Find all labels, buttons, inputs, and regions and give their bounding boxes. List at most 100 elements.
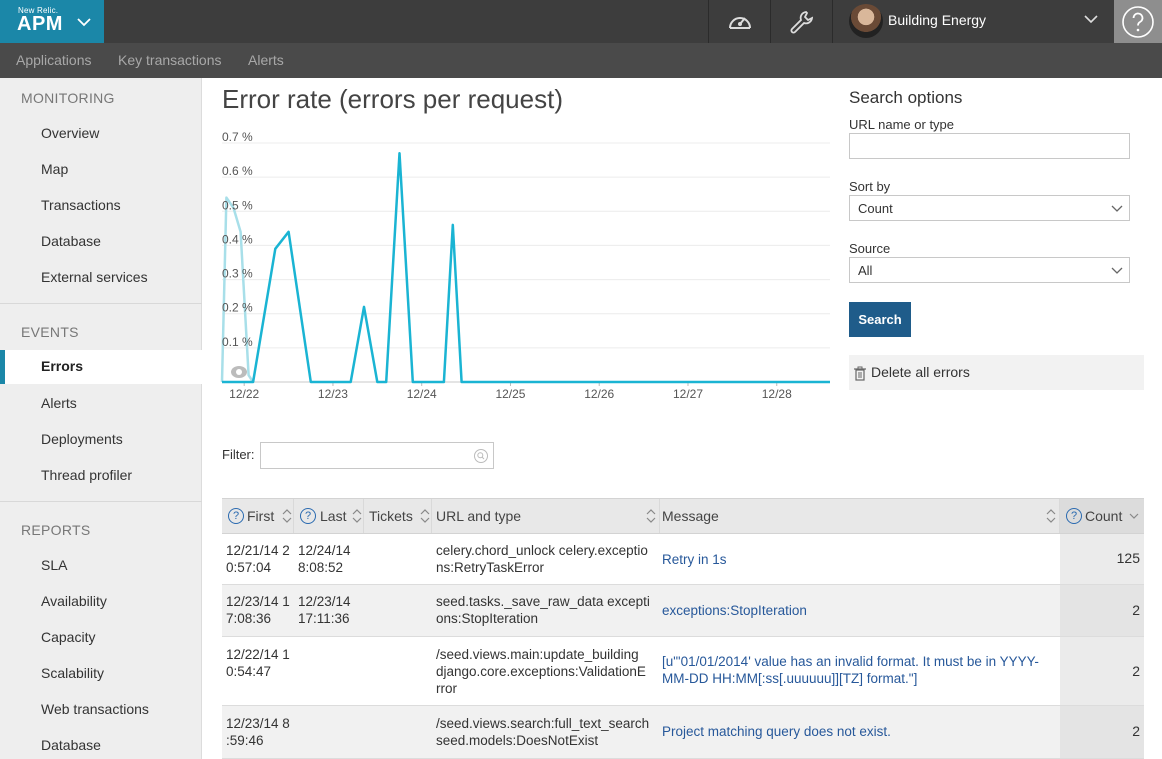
sidebar-divider: [0, 501, 202, 502]
chevron-down-icon: [1129, 513, 1139, 519]
message-line: [u"'01/01/2014' value has an invalid for…: [662, 654, 1039, 669]
x-tick-label: 12/22: [229, 387, 259, 401]
message-line: exceptions:StopIteration: [662, 603, 807, 618]
speedometer-icon: [728, 16, 751, 29]
avatar: [849, 4, 883, 38]
series-line: [220, 196, 255, 383]
y-tick-label: 0.6 %: [222, 164, 253, 178]
y-tick-label: 0.1 %: [222, 335, 253, 349]
settings-button[interactable]: [770, 0, 832, 43]
first-seen-line: 12/23/14 1: [226, 594, 290, 609]
first-seen-cell: 12/22/14 1 0:54:47: [226, 646, 290, 680]
url-line: celery.chord_unlock celery.exceptio: [436, 543, 648, 558]
x-tick-label: 12/23: [318, 387, 348, 401]
column-count[interactable]: ? Count: [1060, 499, 1144, 533]
table-row[interactable]: 125 12/21/14 2 0:57:04 12/24/14 8:08:52 ce…: [222, 534, 1144, 585]
first-seen-cell: 12/23/14 1 7:08:36: [226, 593, 290, 627]
column-message[interactable]: Message: [660, 499, 1060, 533]
tab-key-transactions[interactable]: Key transactions: [118, 52, 222, 68]
x-tick-label: 12/28: [762, 387, 792, 401]
count-cell: 2: [1060, 585, 1144, 636]
help-circle-icon[interactable]: ?: [1066, 508, 1082, 524]
account-menu[interactable]: Building Energy: [832, 0, 1114, 43]
sidebar-item-overview[interactable]: Overview: [41, 125, 99, 141]
last-seen-line: 12/24/14: [298, 543, 351, 558]
account-name: Building Energy: [888, 12, 987, 28]
sidebar-section-events: EVENTS: [21, 324, 79, 340]
source-label: Source: [849, 241, 891, 256]
first-seen-cell: 12/21/14 2 0:57:04: [226, 542, 290, 576]
message-line: Project matching query does not exist.: [662, 724, 891, 739]
y-tick-label: 0.7 %: [222, 130, 253, 144]
sidebar-item-database[interactable]: Database: [41, 233, 101, 249]
column-label: Message: [662, 508, 719, 524]
table-row[interactable]: 2 12/22/14 1 0:54:47 /seed.views.main:upd…: [222, 637, 1144, 706]
url-line: ons:StopIteration: [436, 611, 539, 626]
sidebar-item-external-services[interactable]: External services: [41, 269, 148, 285]
message-link[interactable]: Project matching query does not exist.: [662, 723, 891, 740]
last-seen-line: 17:11:36: [298, 611, 350, 626]
chevron-down-icon: [1084, 15, 1098, 24]
sort-by-label: Sort by: [849, 179, 891, 194]
first-seen-cell: 12/23/14 8:59:46: [226, 715, 290, 749]
message-link[interactable]: exceptions:StopIteration: [662, 602, 807, 619]
column-label: First: [247, 508, 275, 524]
url-label: URL name or type: [849, 117, 955, 132]
last-seen-cell: 12/24/14 8:08:52: [298, 542, 351, 576]
table-row[interactable]: 2 12/23/14 8:59:46 /seed.views.search:fu…: [222, 706, 1144, 759]
column-tickets[interactable]: Tickets: [364, 499, 432, 533]
table-header: ? First ? Last Tickets URL and type Mess…: [222, 498, 1144, 534]
sidebar-item-map[interactable]: Map: [41, 161, 68, 177]
tab-alerts[interactable]: Alerts: [248, 52, 284, 68]
url-line: rror: [436, 681, 457, 696]
help-circle-icon[interactable]: ?: [228, 508, 244, 524]
filter-label: Filter:: [222, 447, 255, 462]
sidebar-item-scalability[interactable]: Scalability: [41, 665, 104, 681]
sort-by-select[interactable]: Count: [849, 195, 1130, 221]
column-last[interactable]: ? Last: [294, 499, 364, 533]
column-first[interactable]: ? First: [222, 499, 294, 533]
last-seen-line: 8:08:52: [298, 560, 344, 575]
table-row[interactable]: 2 12/23/14 1 7:08:36 12/23/14 17:11:36 see…: [222, 585, 1144, 637]
message-line: Retry in 1s: [662, 552, 727, 567]
apm-brand-menu[interactable]: New Relic. APM: [0, 0, 104, 43]
sidebar-item-transactions[interactable]: Transactions: [41, 197, 121, 213]
search-options-title: Search options: [849, 88, 963, 107]
tab-applications[interactable]: Applications: [16, 52, 92, 68]
search-button[interactable]: Search: [849, 302, 911, 337]
help-circle-icon[interactable]: ?: [300, 508, 316, 524]
message-link[interactable]: Retry in 1s: [662, 551, 727, 568]
sidebar-item-availability[interactable]: Availability: [41, 593, 107, 609]
url-line: /seed.views.main:update_building: [436, 647, 639, 662]
chevron-down-icon: [77, 18, 91, 27]
sidebar-item-thread-profiler[interactable]: Thread profiler: [41, 467, 132, 483]
source-select[interactable]: All: [849, 257, 1130, 283]
sidebar-item-capacity[interactable]: Capacity: [41, 629, 95, 645]
last-seen-cell: 12/23/14 17:11:36: [298, 593, 351, 627]
message-link[interactable]: [u"'01/01/2014' value has an invalid for…: [662, 653, 1039, 687]
sidebar-item-database-report[interactable]: Database: [41, 737, 101, 753]
source-value: All: [858, 263, 873, 278]
chart-annotation-marker[interactable]: [231, 366, 247, 378]
sub-navigation: Applications Key transactions Alerts: [0, 43, 1162, 78]
url-input[interactable]: [849, 133, 1130, 159]
sort-icon: [282, 509, 292, 523]
chevron-down-icon: [1111, 267, 1123, 274]
first-seen-line: 0:54:47: [226, 664, 272, 679]
sidebar-item-deployments[interactable]: Deployments: [41, 431, 123, 447]
x-tick-label: 12/27: [673, 387, 703, 401]
sidebar-item-web-transactions[interactable]: Web transactions: [41, 701, 149, 717]
sidebar-item-sla[interactable]: SLA: [41, 557, 67, 573]
trash-icon: [854, 366, 866, 381]
y-tick-label: 0.2 %: [222, 301, 253, 315]
sidebar-item-alerts[interactable]: Alerts: [41, 395, 77, 411]
top-bar: New Relic. APM Building Energy: [0, 0, 1162, 43]
chevron-down-icon: [1111, 205, 1123, 212]
filter-input[interactable]: [260, 442, 494, 469]
sidebar-item-errors[interactable]: Errors: [0, 350, 203, 384]
delete-all-errors-button[interactable]: Delete all errors: [849, 355, 1144, 390]
help-button[interactable]: [1114, 0, 1162, 43]
column-url-and-type[interactable]: URL and type: [432, 499, 660, 533]
sort-by-value: Count: [858, 201, 893, 216]
speedometer-button[interactable]: [708, 0, 770, 43]
